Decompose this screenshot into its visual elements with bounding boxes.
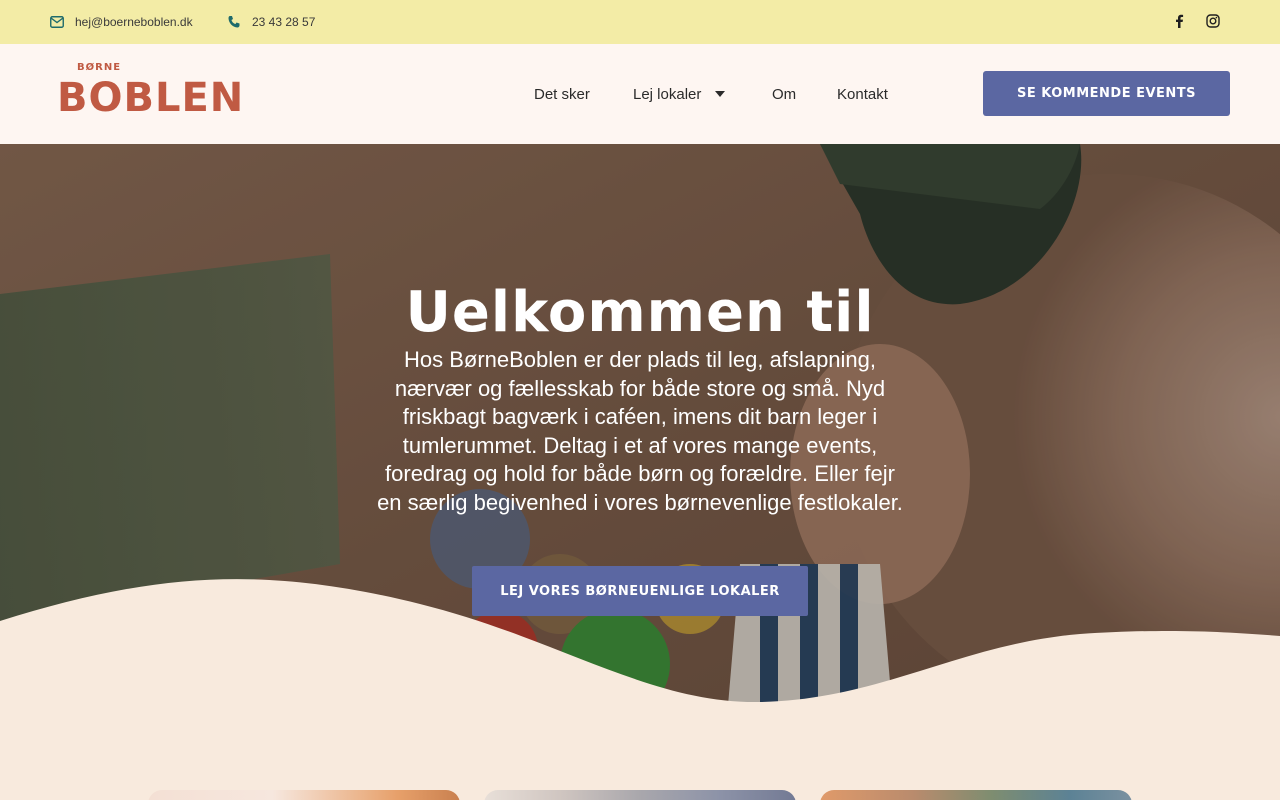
nav-item-kontakt[interactable]: Kontakt [837,44,888,144]
upcoming-events-button[interactable]: SE KOMMENDE EVENTS [983,71,1230,116]
site-header: BØRNE BOBLEN Det sker Lej lokaler Om Kon… [0,44,1280,144]
top-bar: hej@boerneboblen.dk 23 43 28 57 [0,0,1280,44]
logo-small-text: BØRNE [77,62,122,73]
nav-item-det-sker[interactable]: Det sker [534,44,590,144]
email-text[interactable]: hej@boerneboblen.dk [75,15,193,29]
hero-section: Uelkommen til Hos BørneBoblen er der pla… [0,144,1280,800]
feature-card-image[interactable] [820,790,1132,800]
feature-card-image[interactable] [148,790,460,800]
rent-venues-button[interactable]: LEJ VORES BØRNEUENLIGE LOKALER [472,566,808,616]
instagram-icon [1206,13,1220,32]
nav-label[interactable]: Om [772,86,796,103]
nav-item-om[interactable]: Om [772,44,796,144]
instagram-link[interactable] [1206,0,1220,44]
nav-item-lej-lokaler[interactable]: Lej lokaler [633,44,726,144]
facebook-icon [1174,13,1184,32]
caret-down-icon[interactable] [715,91,726,97]
phone-icon [227,15,241,29]
nav-label[interactable]: Lej lokaler [633,86,701,103]
phone-text[interactable]: 23 43 28 57 [252,15,315,29]
contact-phone[interactable]: 23 43 28 57 [227,0,315,44]
logo-big-text: BOBLEN [57,75,245,121]
hero-title: Uelkommen til [405,280,875,345]
logo[interactable]: BØRNE BOBLEN [57,62,243,128]
nav-label[interactable]: Kontakt [837,86,888,103]
envelope-icon [50,15,64,29]
feature-card-image[interactable] [484,790,796,800]
hero-description: Hos BørneBoblen er der plads til leg, af… [377,347,903,515]
nav-label[interactable]: Det sker [534,86,590,103]
facebook-link[interactable] [1174,0,1184,44]
contact-email[interactable]: hej@boerneboblen.dk [50,0,193,44]
